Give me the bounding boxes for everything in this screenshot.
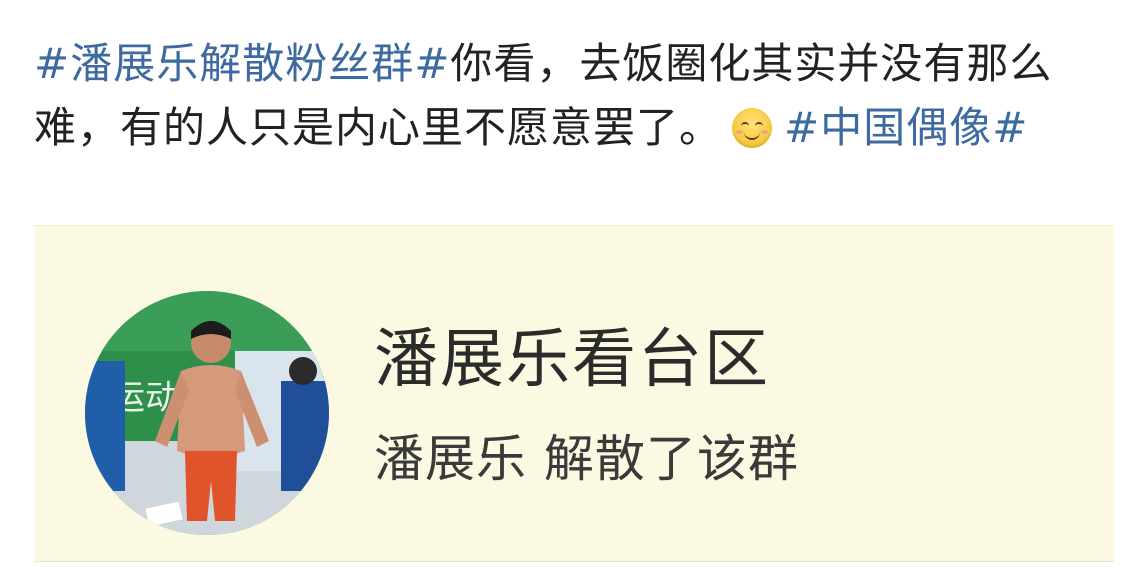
smile-emoji-icon [732, 108, 773, 148]
hashtag-link-2[interactable]: #中国偶像# [784, 103, 1028, 152]
group-card[interactable]: 运动 潘展乐看台区 潘展乐 解散了该群 [34, 225, 1114, 562]
hashtag-link-1[interactable]: #潘展乐解散粉丝群# [34, 39, 450, 88]
screenshot-page: #潘展乐解散粉丝群#你看，去饭圈化其实并没有那么难，有的人只是内心里不愿意罢了。… [0, 0, 1145, 567]
group-name: 潘展乐看台区 [374, 323, 770, 397]
group-avatar[interactable]: 运动 [85, 291, 329, 535]
post-text: #潘展乐解散粉丝群#你看，去饭圈化其实并没有那么难，有的人只是内心里不愿意罢了。… [34, 32, 1114, 160]
group-status-text: 潘展乐 解散了该群 [374, 430, 799, 488]
avatar-photo: 运动 [85, 291, 329, 535]
